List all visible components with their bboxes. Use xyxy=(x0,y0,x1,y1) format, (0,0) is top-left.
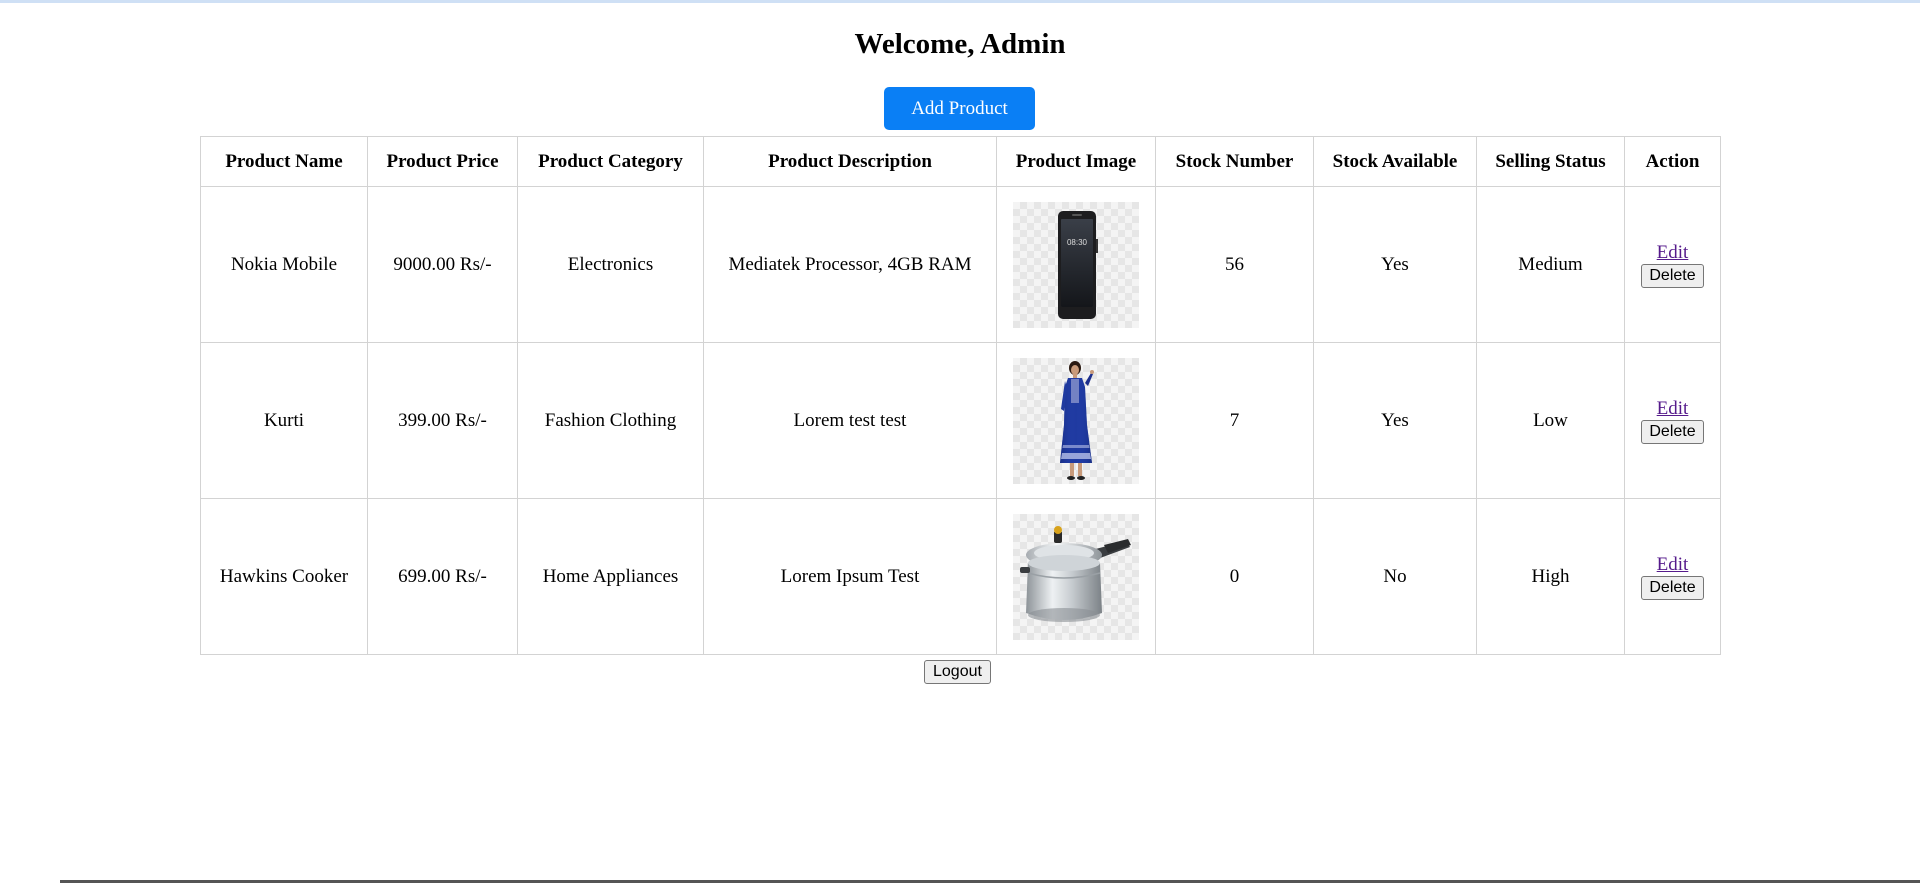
cell-product-image xyxy=(996,342,1156,499)
cell-product-name: Hawkins Cooker xyxy=(200,498,368,655)
cell-product-name: Kurti xyxy=(200,342,368,499)
cell-stock-number: 56 xyxy=(1155,186,1314,343)
column-header-product-name: Product Name xyxy=(200,136,368,187)
cell-product-description: Lorem test test xyxy=(703,342,997,499)
cell-stock-number: 7 xyxy=(1155,342,1314,499)
delete-button[interactable]: Delete xyxy=(1641,263,1704,288)
cell-selling-status: Low xyxy=(1476,342,1625,499)
column-header-product-image: Product Image xyxy=(996,136,1156,187)
cell-product-description: Mediatek Processor, 4GB RAM xyxy=(703,186,997,343)
column-header-action: Action xyxy=(1624,136,1721,187)
pressure-cooker-image xyxy=(1013,513,1139,640)
edit-link[interactable]: Edit xyxy=(1657,398,1689,420)
column-header-product-price: Product Price xyxy=(367,136,518,187)
cell-action: Edit Delete xyxy=(1624,498,1721,655)
edit-link[interactable]: Edit xyxy=(1657,554,1689,576)
column-header-product-description: Product Description xyxy=(703,136,997,187)
column-header-stock-available: Stock Available xyxy=(1313,136,1477,187)
column-header-stock-number: Stock Number xyxy=(1155,136,1314,187)
cell-stock-number: 0 xyxy=(1155,498,1314,655)
table-row: Kurti 399.00 Rs/- Fashion Clothing Lorem… xyxy=(200,342,1721,499)
cell-action: Edit Delete xyxy=(1624,186,1721,343)
smartphone-image: 08:30 xyxy=(1013,201,1139,328)
cell-stock-available: Yes xyxy=(1313,342,1477,499)
cell-selling-status: Medium xyxy=(1476,186,1625,343)
smartphone-icon: 08:30 xyxy=(1058,210,1098,319)
cell-product-name: Nokia Mobile xyxy=(200,186,368,343)
cell-product-category: Fashion Clothing xyxy=(517,342,704,499)
column-header-selling-status: Selling Status xyxy=(1476,136,1625,187)
admin-dashboard: Welcome, Admin Add Product Product Name … xyxy=(0,0,1920,883)
cell-stock-available: Yes xyxy=(1313,186,1477,343)
products-table: Product Name Product Price Product Categ… xyxy=(200,136,1721,655)
kurti-dress-image xyxy=(1013,357,1139,484)
add-product-button[interactable]: Add Product xyxy=(884,87,1035,130)
cell-product-price: 9000.00 Rs/- xyxy=(367,186,518,343)
cell-selling-status: High xyxy=(1476,498,1625,655)
cell-product-price: 399.00 Rs/- xyxy=(367,342,518,499)
cell-product-description: Lorem Ipsum Test xyxy=(703,498,997,655)
logout-button[interactable]: Logout xyxy=(924,660,991,684)
top-border-strip xyxy=(0,0,1920,3)
pressure-cooker-icon xyxy=(1020,525,1131,622)
cell-product-image xyxy=(996,498,1156,655)
table-row: Hawkins Cooker 699.00 Rs/- Home Applianc… xyxy=(200,498,1721,655)
cell-stock-available: No xyxy=(1313,498,1477,655)
cell-product-category: Electronics xyxy=(517,186,704,343)
cell-action: Edit Delete xyxy=(1624,342,1721,499)
table-header-row: Product Name Product Price Product Categ… xyxy=(200,136,1721,187)
svg-text:08:30: 08:30 xyxy=(1067,238,1088,247)
cell-product-image: 08:30 xyxy=(996,186,1156,343)
kurti-dress-icon xyxy=(1060,360,1094,480)
column-header-product-category: Product Category xyxy=(517,136,704,187)
page-title: Welcome, Admin xyxy=(854,28,1066,60)
delete-button[interactable]: Delete xyxy=(1641,419,1704,444)
cell-product-category: Home Appliances xyxy=(517,498,704,655)
table-row: Nokia Mobile 9000.00 Rs/- Electronics Me… xyxy=(200,186,1721,343)
edit-link[interactable]: Edit xyxy=(1657,242,1689,264)
delete-button[interactable]: Delete xyxy=(1641,575,1704,600)
cell-product-price: 699.00 Rs/- xyxy=(367,498,518,655)
